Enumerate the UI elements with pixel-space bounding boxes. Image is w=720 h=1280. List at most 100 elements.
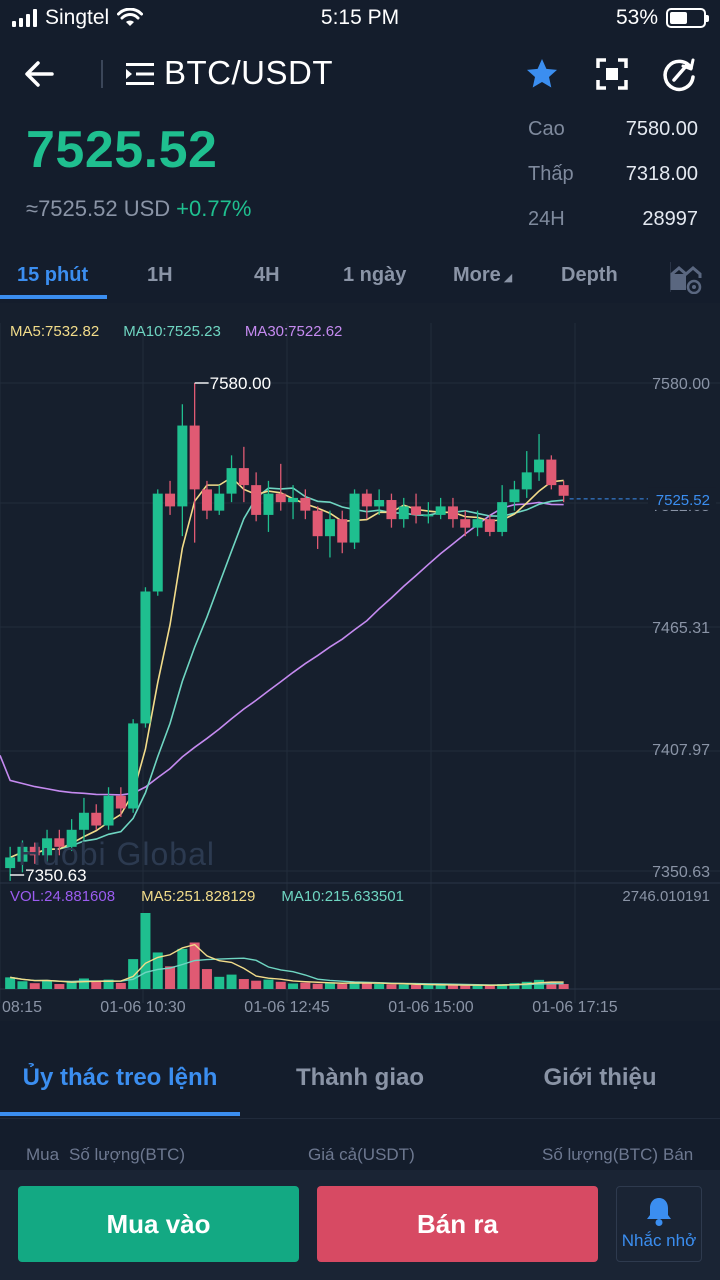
tab-15m[interactable]: 15 phút (17, 264, 88, 287)
volume-bar (558, 984, 569, 989)
candle-down (484, 519, 495, 532)
x-axis-tick-label: 01-06 12:45 (244, 999, 330, 1016)
header-buy: Mua (26, 1145, 60, 1164)
candle-up (214, 493, 225, 511)
sell-button[interactable]: Bán ra (317, 1186, 598, 1262)
stat-value: 28997 (642, 208, 698, 230)
candle-up (435, 506, 446, 515)
y-axis-tick-label: 7465.31 (652, 620, 710, 637)
header-sell: Bán (663, 1145, 694, 1164)
candle-down (386, 500, 397, 520)
volume-bar (398, 984, 409, 989)
volume-bar (300, 982, 311, 989)
volume-bar (288, 983, 299, 989)
volume-bar (201, 969, 212, 989)
volume-bar (238, 979, 249, 989)
favorite-star-icon[interactable] (524, 56, 560, 92)
candle-up (288, 497, 299, 503)
back-arrow-icon[interactable] (22, 56, 58, 92)
usd-price: ≈7525.52 USD +0.77% (26, 196, 251, 222)
tab-depth[interactable]: Depth (561, 264, 618, 287)
volume-bar (29, 983, 40, 989)
stat-low: Thấp 7318.00 (528, 163, 698, 208)
screenshot-icon[interactable] (594, 56, 630, 92)
tab-pending-orders[interactable]: Ủy thác treo lệnh (0, 1064, 240, 1092)
candle-down (91, 812, 102, 826)
volume-legend: VOL:24.881608 MA5:251.828129 MA10:215.63… (10, 888, 430, 905)
nav-bar: BTC/USDT (0, 44, 720, 104)
active-tab-underline (0, 295, 107, 299)
candle-up (534, 459, 545, 473)
candle-up (497, 502, 508, 532)
volume-bar (337, 984, 348, 989)
volume-bar (115, 982, 126, 989)
candle-up (5, 857, 16, 869)
high-marker-label: 7580.00 (210, 374, 271, 393)
action-bar: Mua vào Bán ra Nhắc nhở (0, 1170, 720, 1280)
battery-icon (666, 8, 709, 28)
volume-bar (66, 982, 77, 989)
candle-down (312, 510, 323, 537)
candle-down (546, 459, 557, 486)
candle-up (349, 493, 360, 543)
orderbook-header: Mua Số lượng(BTC) Giá cả(USDT) Số lượng(… (0, 1118, 720, 1170)
candle-down (275, 493, 286, 503)
tab-intro[interactable]: Giới thiệu (480, 1064, 720, 1092)
volume-bar (447, 985, 458, 989)
order-tab-underline (0, 1112, 240, 1116)
volume-bar (140, 913, 151, 989)
candlestick-chart[interactable]: 7580.007522.657465.317407.977350.637580.… (0, 303, 720, 1021)
stat-label: Thấp (528, 163, 574, 185)
volume-bar (521, 981, 532, 989)
tab-1d[interactable]: 1 ngày (343, 264, 406, 287)
vol-ma10-label: MA10:215.633501 (281, 888, 404, 905)
volume-bar (411, 984, 422, 989)
candle-down (411, 506, 422, 515)
volume-bar (275, 981, 286, 989)
battery-level (670, 12, 687, 24)
price-change: +0.77% (176, 196, 252, 221)
volume-bar (312, 983, 323, 989)
pair-title[interactable]: BTC/USDT (164, 54, 333, 92)
triangle-down-icon: ◢ (503, 272, 513, 284)
buy-button[interactable]: Mua vào (18, 1186, 299, 1262)
tab-more-label: More (453, 264, 501, 286)
refresh-icon[interactable] (660, 56, 698, 94)
volume-bar (361, 983, 372, 989)
candle-down (165, 493, 176, 507)
tab-trades[interactable]: Thành giao (240, 1064, 480, 1092)
stat-value: 7580.00 (625, 118, 698, 140)
tab-4h[interactable]: 4H (254, 264, 280, 287)
chart-settings-icon[interactable] (670, 264, 702, 294)
stat-label: Cao (528, 118, 565, 140)
volume-bar (386, 984, 397, 989)
volume-bar (17, 981, 28, 989)
candle-up (152, 493, 163, 592)
candle-up (423, 514, 434, 517)
candle-down (361, 493, 372, 507)
candle-down (251, 485, 262, 515)
candle-up (374, 500, 385, 507)
candle-up (398, 506, 409, 520)
stat-label: 24H (528, 208, 565, 230)
header-qty-left: Số lượng(BTC) (69, 1145, 186, 1164)
price-alert-button[interactable]: Nhắc nhở (616, 1186, 702, 1262)
volume-bar (128, 959, 139, 989)
volume-bar (177, 948, 188, 989)
tab-more[interactable]: More ◢ (453, 264, 512, 287)
candle-up (177, 425, 188, 507)
x-axis-tick-label: 08:15 (2, 999, 42, 1016)
candle-up (103, 795, 114, 826)
candle-down (189, 425, 200, 490)
x-axis-tick-label: 01-06 10:30 (100, 999, 186, 1016)
tab-1h[interactable]: 1H (147, 264, 173, 287)
pair-list-icon[interactable] (124, 60, 156, 88)
volume-max-label: 2746.010191 (622, 888, 710, 905)
y-axis-tick-label: 7580.00 (652, 376, 710, 393)
volume-bar (189, 942, 200, 989)
price-alert-label: Nhắc nhở (621, 1231, 697, 1250)
stat-value: 7318.00 (625, 163, 698, 185)
candle-up (226, 468, 237, 494)
volume-bar (42, 980, 53, 989)
volume-bar (91, 981, 102, 989)
